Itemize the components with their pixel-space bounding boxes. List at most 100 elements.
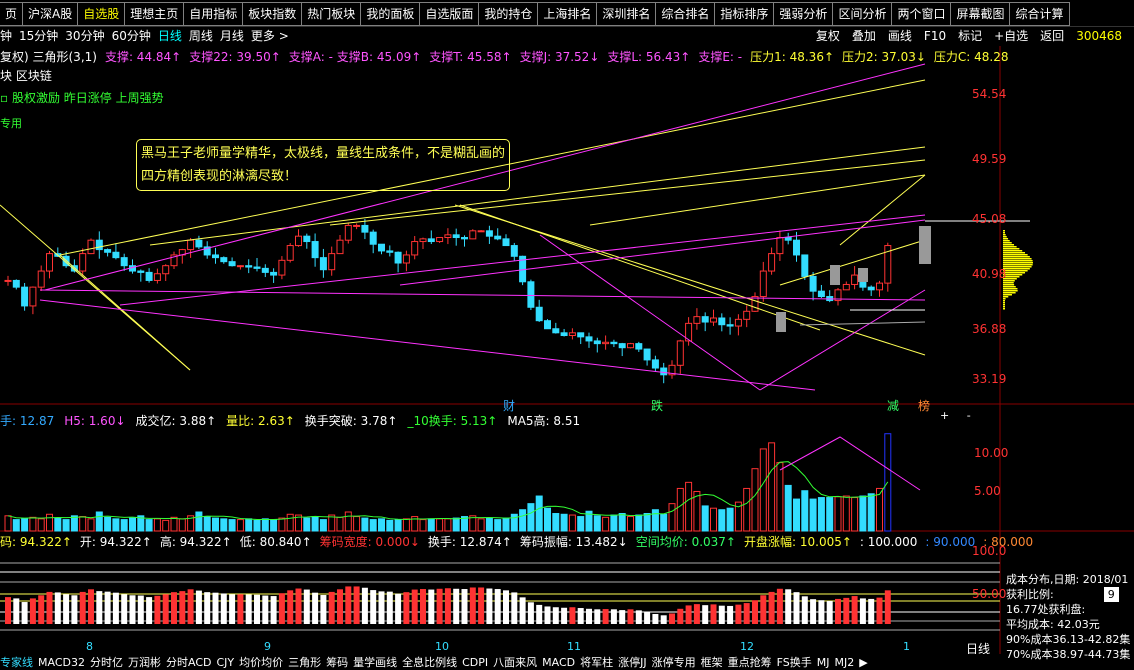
top-tab-1[interactable]: 沪深A股 (23, 2, 79, 26)
event-mark-0[interactable]: 财 (503, 397, 515, 414)
menu-item-12[interactable]: 八面来风 (493, 656, 537, 669)
menu-item-21[interactable]: MJ2 (835, 656, 855, 669)
zoom-out-button[interactable]: - (967, 409, 971, 422)
toolbar-btn-5[interactable]: +自选 (994, 26, 1028, 46)
candle-body-35 (295, 235, 302, 247)
period-tab-0[interactable]: 钟 (0, 26, 12, 46)
top-tab-5[interactable]: 板块指数 (243, 2, 303, 26)
candle-body-50 (419, 238, 427, 243)
menu-item-7[interactable]: 三角形 (288, 656, 321, 669)
top-tab-4[interactable]: 自用指标 (184, 2, 244, 26)
candle-body-84 (701, 316, 709, 323)
candle-body-78 (651, 359, 659, 369)
candle-body-32 (270, 271, 278, 276)
chip-bar-44 (370, 590, 377, 624)
top-tab-2[interactable]: 自选股 (78, 2, 126, 26)
candle-body-67 (560, 332, 568, 337)
menu-item-2[interactable]: 分时亿 (90, 656, 123, 669)
period-tab-1[interactable]: 15分钟 (19, 26, 58, 46)
menu-item-8[interactable]: 筹码 (326, 656, 348, 669)
volume-bar-68 (568, 514, 576, 532)
candle-body-55 (461, 237, 468, 240)
toolbar-btn-6[interactable]: 返回 (1040, 26, 1064, 46)
chip-bar-82 (685, 605, 692, 624)
menu-item-11[interactable]: CDPI (462, 656, 488, 669)
top-tab-11[interactable]: 深圳排名 (597, 2, 657, 26)
chip-bar (1003, 288, 1018, 290)
chip-bar-92 (768, 591, 775, 624)
top-tab-15[interactable]: 区间分析 (833, 2, 893, 26)
volume-bar-96 (801, 490, 809, 532)
zoom-in-button[interactable]: + (940, 409, 949, 422)
period-tab-7[interactable]: 更多 > (251, 26, 289, 46)
chip-bar (1003, 238, 1009, 240)
top-tab-10[interactable]: 上海排名 (538, 2, 598, 26)
menu-item-6[interactable]: 均价均价 (239, 656, 283, 669)
kline-chart[interactable] (0, 46, 1134, 654)
toolbar-btn-3[interactable]: F10 (924, 26, 946, 46)
top-tab-13[interactable]: 指标排序 (715, 2, 775, 26)
candle-body-22 (187, 239, 195, 251)
toolbar-btn-2[interactable]: 画线 (888, 26, 912, 46)
event-mark-1[interactable]: 跌 (651, 397, 663, 414)
top-tab-17[interactable]: 屏幕截图 (951, 2, 1011, 26)
menu-item-13[interactable]: MACD (542, 656, 575, 669)
volume-bar-86 (718, 509, 726, 532)
period-tab-3[interactable]: 60分钟 (112, 26, 151, 46)
top-tab-7[interactable]: 我的面板 (361, 2, 421, 26)
candle-body-36 (303, 235, 311, 243)
menu-item-5[interactable]: CJY (216, 656, 234, 669)
chip-bar-34 (287, 590, 294, 624)
volume-bar-99 (826, 497, 834, 532)
menu-item-17[interactable]: 框架 (701, 656, 723, 669)
menu-item-16[interactable]: 涨停专用 (652, 656, 696, 669)
menu-item-3[interactable]: 万润彬 (128, 656, 161, 669)
event-mark-3[interactable]: 榜 (918, 397, 930, 414)
menu-item-19[interactable]: FS换手 (777, 656, 812, 669)
trendline-13 (39, 299, 816, 391)
candle-body-45 (378, 243, 385, 252)
top-tab-0[interactable]: 页 (0, 2, 24, 26)
menu-item-4[interactable]: 分时ACD (166, 656, 211, 669)
menu-item-22[interactable]: ▶ (859, 656, 867, 669)
candle-body-86 (718, 317, 726, 326)
vol-tick-1: 5.00 (974, 484, 1001, 498)
top-tab-8[interactable]: 自选版面 (420, 2, 480, 26)
volume_line-2: 成交亿: 3.88↑ (135, 414, 217, 428)
chip-bar-95 (793, 592, 800, 624)
menu-item-0[interactable]: 专家线 (0, 656, 33, 669)
toolbar-btn-4[interactable]: 标记 (958, 26, 982, 46)
menu-item-14[interactable]: 将军柱 (580, 656, 613, 669)
period-tab-6[interactable]: 月线 (220, 26, 244, 46)
chip-bar-41 (345, 586, 352, 624)
top-tab-16[interactable]: 两个窗口 (892, 2, 952, 26)
chip-bar-55 (461, 589, 468, 624)
menu-item-1[interactable]: MACD32 (38, 656, 85, 669)
period-tab-4[interactable]: 日线 (158, 26, 182, 46)
top-tab-18[interactable]: 综合计算 (1010, 2, 1070, 26)
candle-body-73 (610, 341, 618, 345)
menu-item-18[interactable]: 重点抢筹 (728, 656, 772, 669)
period-tab-2[interactable]: 30分钟 (65, 26, 104, 46)
top-tab-9[interactable]: 我的持仓 (479, 2, 539, 26)
volume-bar-89 (743, 487, 751, 532)
menu-item-10[interactable]: 全息比例线 (402, 656, 457, 669)
top-tab-14[interactable]: 强弱分析 (774, 2, 834, 26)
period-tab-5[interactable]: 周线 (189, 26, 213, 46)
toolbar-btn-1[interactable]: 叠加 (852, 26, 876, 46)
top-tab-12[interactable]: 综合排名 (656, 2, 716, 26)
candle-body-74 (618, 343, 626, 349)
volume-bar-101 (842, 495, 850, 532)
event-mark-2[interactable]: 减 (887, 397, 899, 414)
menu-item-9[interactable]: 量学画线 (353, 656, 397, 669)
top-tab-3[interactable]: 理想主页 (125, 2, 185, 26)
menu-item-15[interactable]: 涨停JJ (618, 656, 647, 669)
volume-bar-36 (303, 517, 311, 532)
toolbar-btn-0[interactable]: 复权 (816, 26, 840, 46)
annotation-box[interactable]: 黑马王子老师量学精华，太极线，量线生成条件，不是糊乱画的 四方精创表现的淋漓尽致… (136, 139, 511, 191)
top-tab-6[interactable]: 热门板块 (302, 2, 362, 26)
chip-bar (1003, 296, 1009, 298)
profit-ratio-input[interactable]: 9 (1103, 587, 1119, 602)
menu-item-20[interactable]: MJ (817, 656, 830, 669)
volume-bar-0 (4, 515, 12, 532)
